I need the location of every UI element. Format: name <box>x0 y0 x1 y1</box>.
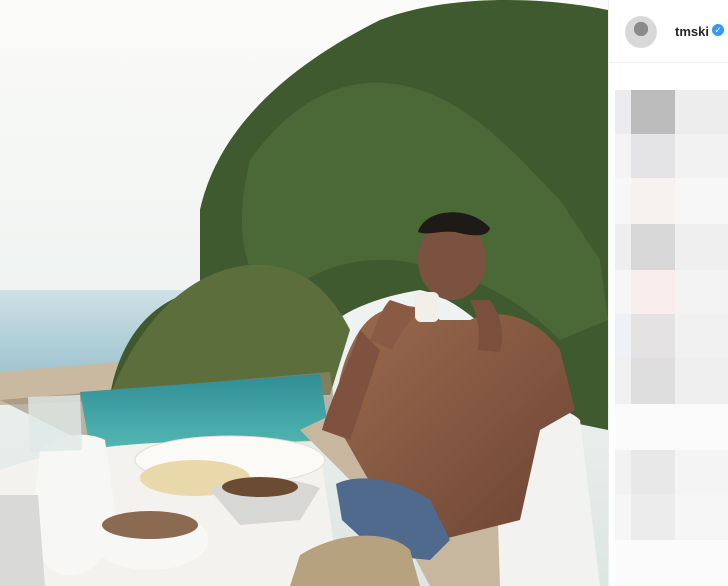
blur-block <box>675 224 728 270</box>
verified-badge-icon: ✓ <box>712 24 724 36</box>
blur-block <box>631 494 675 540</box>
blur-block <box>615 540 728 586</box>
post-image[interactable] <box>0 0 608 586</box>
blur-block <box>615 270 631 314</box>
blur-block <box>675 90 728 134</box>
photo-canvas <box>0 0 608 586</box>
blur-block <box>615 404 728 450</box>
blur-block <box>631 224 675 270</box>
blur-block <box>675 358 728 404</box>
blur-block <box>675 270 728 314</box>
blur-block <box>675 450 728 494</box>
blur-block <box>631 178 675 224</box>
blur-block <box>615 450 631 494</box>
post-header: tmski ✓ <box>609 0 728 63</box>
blur-block <box>631 270 675 314</box>
blur-block <box>615 314 631 358</box>
blur-block <box>675 134 728 178</box>
blur-block <box>675 494 728 540</box>
username[interactable]: tmski <box>675 24 709 39</box>
blur-block <box>631 314 675 358</box>
blur-block <box>615 358 631 404</box>
blur-block <box>631 90 675 134</box>
blur-block <box>675 314 728 358</box>
blur-block <box>615 134 631 178</box>
blur-block <box>615 90 631 134</box>
blur-block <box>615 494 631 540</box>
blur-block <box>615 224 631 270</box>
blur-block <box>615 178 631 224</box>
blur-block <box>675 178 728 224</box>
blur-block <box>631 358 675 404</box>
post-sidebar: tmski ✓ <box>608 0 728 586</box>
blur-block <box>631 134 675 178</box>
blur-block <box>631 450 675 494</box>
avatar[interactable] <box>625 16 657 48</box>
